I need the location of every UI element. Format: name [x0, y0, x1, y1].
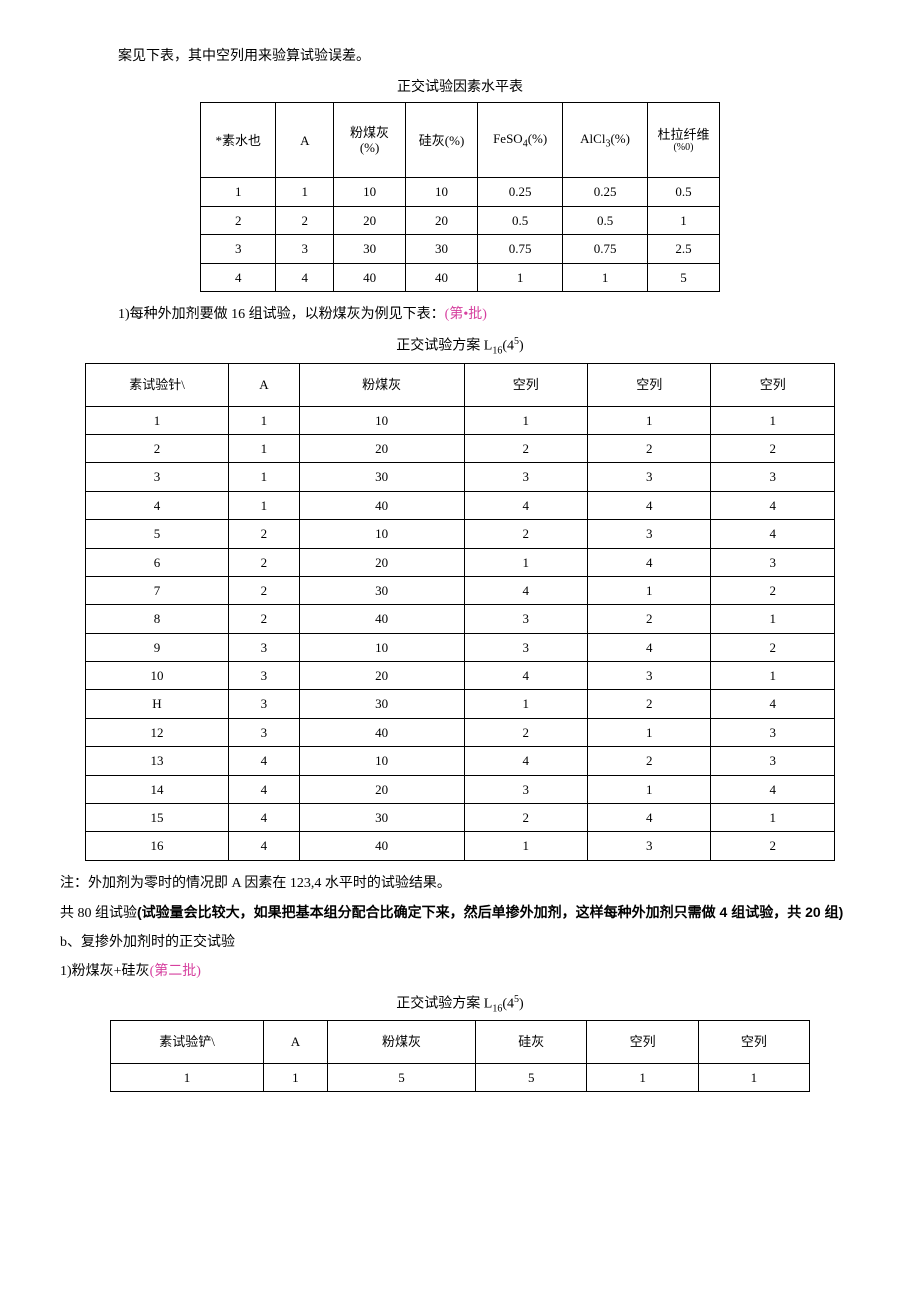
t3-h3: 粉煤灰 [327, 1021, 475, 1064]
table1-caption: 正交试验因素水平表 [60, 75, 860, 100]
t1-h7: 杜拉纤维(%0) [647, 103, 719, 178]
t1-h2: A [276, 103, 334, 178]
table-row: 1110111 [86, 406, 835, 434]
note1: 注：外加剂为零时的情况即 A 因素在 123,4 水平时的试验结果。 [60, 871, 860, 896]
t3-h2: A [264, 1021, 328, 1064]
table3-caption: 正交试验方案 L16(45) [60, 991, 860, 1018]
table-row: H330124 [86, 690, 835, 718]
orthogonal-plan-table: 素试验针\ A 粉煤灰 空列 空列 空列 1110111212022231303… [85, 363, 835, 861]
orthogonal-plan-table-2: 素试验铲\ A 粉煤灰 硅灰 空列 空列 115511 [110, 1020, 810, 1092]
table-row: 6220143 [86, 548, 835, 576]
table-row: 16440132 [86, 832, 835, 860]
t1-h5: FeSO4(%) [478, 103, 563, 178]
t2-h6: 空列 [711, 363, 835, 406]
section1-text: 1)每种外加剂要做 16 组试验，以粉煤灰为例见下表：(第•批) [118, 302, 860, 327]
factor-level-table: *素水也 A 粉煤灰(%) 硅灰(%) FeSO4(%) AlCl3(%) 杜拉… [200, 102, 720, 292]
t1-h6: AlCl3(%) [563, 103, 648, 178]
table-row: 4140444 [86, 491, 835, 519]
t2-h1: 素试验针\ [86, 363, 229, 406]
table-row: 10320431 [86, 662, 835, 690]
table-row: 14420314 [86, 775, 835, 803]
table-row: 115511 [111, 1064, 810, 1092]
t2-h5: 空列 [587, 363, 710, 406]
t2-h2: A [229, 363, 300, 406]
table-row: 13410423 [86, 747, 835, 775]
note4: 1)粉煤灰+硅灰(第二批) [60, 959, 860, 984]
note3: b、复掺外加剂时的正交试验 [60, 930, 860, 955]
note2: 共 80 组试验(试验量会比较大，如果把基本组分配合比确定下来，然后单掺外加剂，… [60, 900, 860, 926]
t1-h1: *素水也 [201, 103, 276, 178]
table-row: 15430241 [86, 804, 835, 832]
table-row: 2220200.50.51 [201, 206, 720, 234]
t3-h5: 空列 [587, 1021, 698, 1064]
t1-h3: 粉煤灰(%) [334, 103, 406, 178]
t3-h1: 素试验铲\ [111, 1021, 264, 1064]
table-row: 1110100.250.250.5 [201, 178, 720, 206]
t2-h4: 空列 [464, 363, 587, 406]
table-row: 12340213 [86, 718, 835, 746]
intro-text: 案见下表，其中空列用来验算试验误差。 [118, 44, 860, 69]
t3-h6: 空列 [698, 1021, 809, 1064]
t1-h4: 硅灰(%) [406, 103, 478, 178]
table-row: 2120222 [86, 434, 835, 462]
table-row: 8240321 [86, 605, 835, 633]
table-row: 3130333 [86, 463, 835, 491]
table-row: 5210234 [86, 520, 835, 548]
table-row: 444040115 [201, 263, 720, 291]
t3-h4: 硅灰 [476, 1021, 587, 1064]
t2-h3: 粉煤灰 [299, 363, 464, 406]
table-row: 7230412 [86, 576, 835, 604]
table-row: 3330300.750.752.5 [201, 235, 720, 263]
table-row: 9310342 [86, 633, 835, 661]
table2-caption: 正交试验方案 L16(45) [60, 333, 860, 360]
